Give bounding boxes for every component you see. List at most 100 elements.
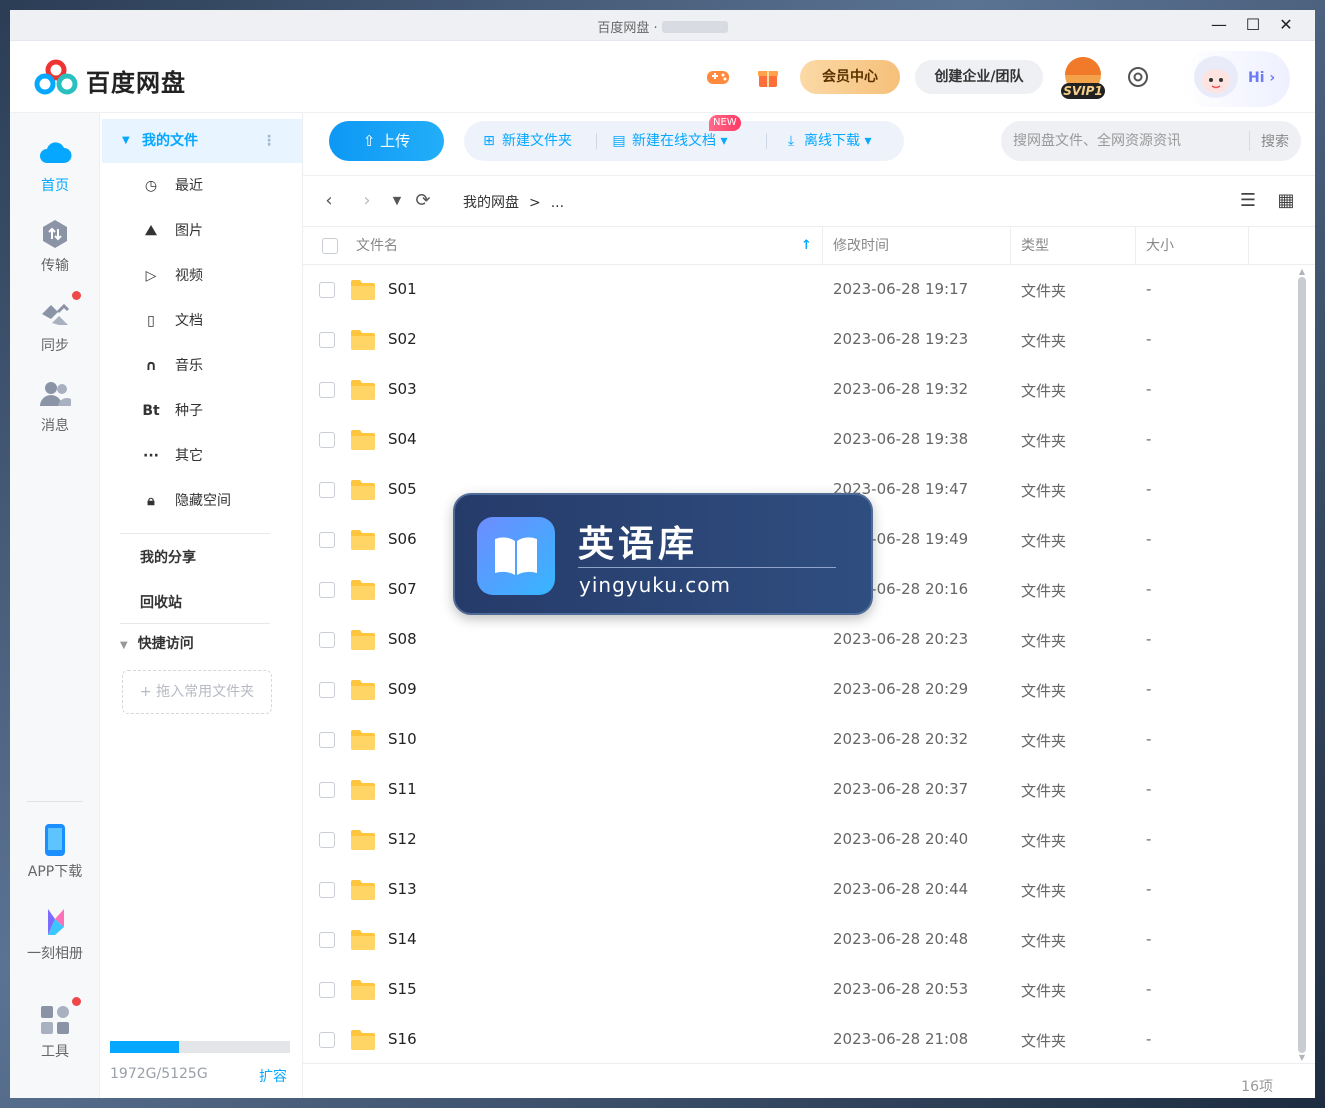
table-row[interactable]: S12 2023-06-28 20:40 文件夹 -: [303, 815, 1293, 865]
file-name[interactable]: S11: [388, 780, 417, 798]
sort-icon[interactable]: ☰: [1237, 190, 1259, 212]
file-name[interactable]: S02: [388, 330, 417, 348]
rail-item-messages[interactable]: 消息: [10, 377, 100, 435]
breadcrumb-root[interactable]: 我的网盘: [463, 195, 519, 211]
back-arrow-icon[interactable]: ‹: [319, 190, 339, 211]
nav-recycle-bin[interactable]: 回收站: [140, 592, 182, 612]
nav-item-recent[interactable]: ◷ 最近: [100, 166, 300, 206]
table-row[interactable]: S09 2023-06-28 20:29 文件夹 -: [303, 665, 1293, 715]
create-team-button[interactable]: 创建企业/团队: [915, 60, 1043, 94]
row-checkbox[interactable]: [319, 532, 335, 548]
column-header-name[interactable]: 文件名: [356, 227, 398, 265]
rail-item-tools[interactable]: 工具: [10, 997, 100, 1061]
nav-my-share[interactable]: 我的分享: [140, 547, 196, 567]
vertical-scrollbar[interactable]: ▲ ▼: [1297, 267, 1307, 1062]
row-checkbox[interactable]: [319, 932, 335, 948]
row-checkbox[interactable]: [319, 382, 335, 398]
row-checkbox[interactable]: [319, 632, 335, 648]
file-name[interactable]: S03: [388, 380, 417, 398]
nav-item-documents[interactable]: ▯ 文档: [100, 301, 300, 341]
row-checkbox[interactable]: [319, 782, 335, 798]
rail-item-home[interactable]: 首页: [10, 137, 100, 195]
nav-quick-access[interactable]: ▼ 快捷访问: [120, 633, 194, 653]
file-name[interactable]: S01: [388, 280, 417, 298]
file-name[interactable]: S14: [388, 930, 417, 948]
table-row[interactable]: S04 2023-06-28 19:38 文件夹 -: [303, 415, 1293, 465]
game-icon[interactable]: [704, 63, 732, 91]
gift-icon[interactable]: [754, 63, 782, 91]
row-checkbox[interactable]: [319, 282, 335, 298]
file-name[interactable]: S10: [388, 730, 417, 748]
rail-item-sync[interactable]: 同步: [10, 291, 100, 355]
rail-item-app-download[interactable]: APP下载: [10, 823, 100, 881]
file-name[interactable]: S05: [388, 480, 417, 498]
file-name[interactable]: S07: [388, 580, 417, 598]
file-name[interactable]: S09: [388, 680, 417, 698]
nav-item-videos[interactable]: ▷ 视频: [100, 256, 300, 296]
refresh-icon[interactable]: ⟳: [413, 190, 433, 211]
scroll-up-icon[interactable]: ▲: [1297, 267, 1307, 276]
vip-center-button[interactable]: 会员中心: [800, 60, 900, 94]
nav-item-torrents[interactable]: Bt 种子: [100, 391, 300, 431]
table-row[interactable]: S08 2023-06-28 20:23 文件夹 -: [303, 615, 1293, 665]
table-row[interactable]: S13 2023-06-28 20:44 文件夹 -: [303, 865, 1293, 915]
more-options-icon[interactable]: ⋮: [262, 119, 276, 163]
row-checkbox[interactable]: [319, 682, 335, 698]
column-header-modified[interactable]: 修改时间: [833, 227, 889, 265]
nav-item-images[interactable]: ⛰ 图片: [100, 211, 300, 251]
select-all-checkbox[interactable]: [322, 238, 338, 254]
file-name[interactable]: S12: [388, 830, 417, 848]
nav-item-music[interactable]: ∩ 音乐: [100, 346, 300, 386]
row-checkbox[interactable]: [319, 982, 335, 998]
nav-item-hidden-space[interactable]: 🔒︎ 隐藏空间: [100, 481, 300, 521]
history-dropdown-icon[interactable]: ▼: [387, 194, 407, 207]
file-name[interactable]: S04: [388, 430, 417, 448]
table-row[interactable]: S02 2023-06-28 19:23 文件夹 -: [303, 315, 1293, 365]
drop-folder-zone[interactable]: + 拖入常用文件夹: [122, 670, 272, 714]
row-checkbox[interactable]: [319, 1032, 335, 1048]
table-row[interactable]: S11 2023-06-28 20:37 文件夹 -: [303, 765, 1293, 815]
sort-ascending-icon[interactable]: ↑: [801, 227, 812, 265]
row-checkbox[interactable]: [319, 332, 335, 348]
avatar[interactable]: SVIP1: [1058, 55, 1108, 101]
table-row[interactable]: S14 2023-06-28 20:48 文件夹 -: [303, 915, 1293, 965]
scroll-down-icon[interactable]: ▼: [1297, 1053, 1307, 1062]
nav-item-other[interactable]: ··· 其它: [100, 436, 300, 476]
file-name[interactable]: S13: [388, 880, 417, 898]
breadcrumb-ellipsis[interactable]: ...: [551, 195, 564, 211]
upload-button[interactable]: ⇧ 上传: [329, 121, 444, 161]
expand-storage-link[interactable]: 扩容: [259, 1066, 287, 1086]
table-row[interactable]: S03 2023-06-28 19:32 文件夹 -: [303, 365, 1293, 415]
minimize-button[interactable]: —: [1206, 14, 1232, 36]
new-folder-button[interactable]: ⊞ 新建文件夹: [480, 121, 572, 161]
nav-my-files[interactable]: ▼ 我的文件 ⋮: [102, 119, 302, 163]
file-name[interactable]: S08: [388, 630, 417, 648]
column-header-type[interactable]: 类型: [1021, 227, 1049, 265]
scrollbar-thumb[interactable]: [1298, 277, 1306, 1053]
row-checkbox[interactable]: [319, 882, 335, 898]
table-row[interactable]: S01 2023-06-28 19:17 文件夹 -: [303, 265, 1293, 315]
assistant-hi-button[interactable]: Hi ›: [1182, 51, 1290, 107]
search-button[interactable]: 搜索: [1261, 131, 1289, 151]
settings-icon[interactable]: [1126, 65, 1150, 89]
file-name[interactable]: S15: [388, 980, 417, 998]
rail-item-transfer[interactable]: 传输: [10, 217, 100, 275]
row-checkbox[interactable]: [319, 432, 335, 448]
table-row[interactable]: S16 2023-06-28 21:08 文件夹 -: [303, 1015, 1293, 1065]
maximize-button[interactable]: ☐: [1240, 14, 1266, 36]
forward-arrow-icon[interactable]: ›: [357, 190, 377, 211]
row-checkbox[interactable]: [319, 582, 335, 598]
table-row[interactable]: S10 2023-06-28 20:32 文件夹 -: [303, 715, 1293, 765]
file-name[interactable]: S16: [388, 1030, 417, 1048]
column-header-size[interactable]: 大小: [1146, 227, 1174, 265]
offline-download-button[interactable]: ⤓ 离线下载 ▾: [782, 121, 872, 161]
table-row[interactable]: S15 2023-06-28 20:53 文件夹 -: [303, 965, 1293, 1015]
file-name[interactable]: S06: [388, 530, 417, 548]
close-button[interactable]: ✕: [1273, 14, 1299, 36]
grid-view-icon[interactable]: ▦: [1275, 190, 1297, 212]
row-checkbox[interactable]: [319, 482, 335, 498]
row-checkbox[interactable]: [319, 732, 335, 748]
search-input[interactable]: [1013, 131, 1243, 151]
rail-item-album[interactable]: 一刻相册: [10, 905, 100, 963]
row-checkbox[interactable]: [319, 832, 335, 848]
